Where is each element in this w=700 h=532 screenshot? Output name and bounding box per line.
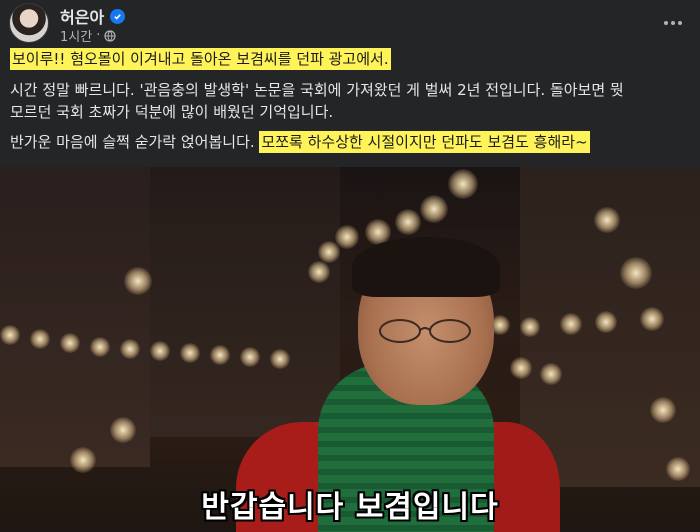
string-light xyxy=(210,345,230,365)
post-line-2: 시간 정말 빠르니다. '관음충의 발생학' 논문을 국회에 가져왔던 게 벌써… xyxy=(10,81,624,99)
string-light xyxy=(30,329,50,349)
string-light xyxy=(270,349,290,369)
string-light xyxy=(70,447,96,473)
bokeh-light xyxy=(594,207,620,233)
bokeh-light xyxy=(448,169,478,199)
string-light xyxy=(60,333,80,353)
globe-icon xyxy=(104,29,116,42)
author-row: 허은아 xyxy=(60,4,126,28)
glasses xyxy=(379,319,471,343)
post-meta: 1시간 · xyxy=(60,26,116,45)
post-line-1: 보이루!! 혐오몰이 이겨내고 돌아온 보겸씨를 던파 광고에서. xyxy=(10,48,391,70)
string-light xyxy=(520,317,540,337)
bokeh-light xyxy=(318,241,340,263)
bokeh-light xyxy=(420,195,448,223)
string-light xyxy=(510,357,532,379)
more-options-icon[interactable] xyxy=(660,10,686,36)
separator-dot: · xyxy=(96,28,101,43)
plain-text: 반가운 마음에 슬쩍 숟가락 얹어봅니다. xyxy=(10,133,260,151)
post-timestamp[interactable]: 1시간 xyxy=(60,26,92,45)
post-line-4: 반가운 마음에 슬쩍 숟가락 얹어봅니다. 모쪼록 하수상한 시절이지만 던파도… xyxy=(10,131,590,153)
post-line-3: 모르던 국회 초짜가 덕분에 많이 배웠던 기억입니다. xyxy=(10,103,334,121)
building-center xyxy=(150,167,340,437)
string-light xyxy=(240,347,260,367)
bokeh-light xyxy=(308,261,330,283)
verified-badge-icon xyxy=(110,8,126,24)
highlighted-text: 보이루!! 혐오몰이 이겨내고 돌아온 보겸씨를 던파 광고에서. xyxy=(10,48,391,70)
string-light xyxy=(180,343,200,363)
bokeh-light xyxy=(620,257,652,289)
highlighted-text: 모쪼록 하수상한 시절이지만 던파도 보겸도 흥해라~ xyxy=(259,131,590,153)
string-light xyxy=(650,397,676,423)
string-light xyxy=(560,313,582,335)
string-light xyxy=(110,417,136,443)
bokeh-light xyxy=(640,307,664,331)
bokeh-light xyxy=(395,209,421,235)
post-media-image[interactable]: 반갑습니다 보겸입니다 xyxy=(0,167,700,532)
bokeh-light xyxy=(124,267,152,295)
video-subtitle: 반갑습니다 보겸입니다 xyxy=(201,490,499,525)
string-light xyxy=(90,337,110,357)
string-light xyxy=(595,311,617,333)
bokeh-light xyxy=(335,225,359,249)
string-light xyxy=(150,341,170,361)
author-name[interactable]: 허은아 xyxy=(60,4,104,28)
post-header: 허은아 1시간 · xyxy=(0,0,700,46)
string-light xyxy=(120,339,140,359)
author-avatar[interactable] xyxy=(9,3,49,43)
string-light xyxy=(0,325,20,345)
string-light xyxy=(666,457,690,481)
string-light xyxy=(540,363,562,385)
person-hair xyxy=(352,237,500,297)
